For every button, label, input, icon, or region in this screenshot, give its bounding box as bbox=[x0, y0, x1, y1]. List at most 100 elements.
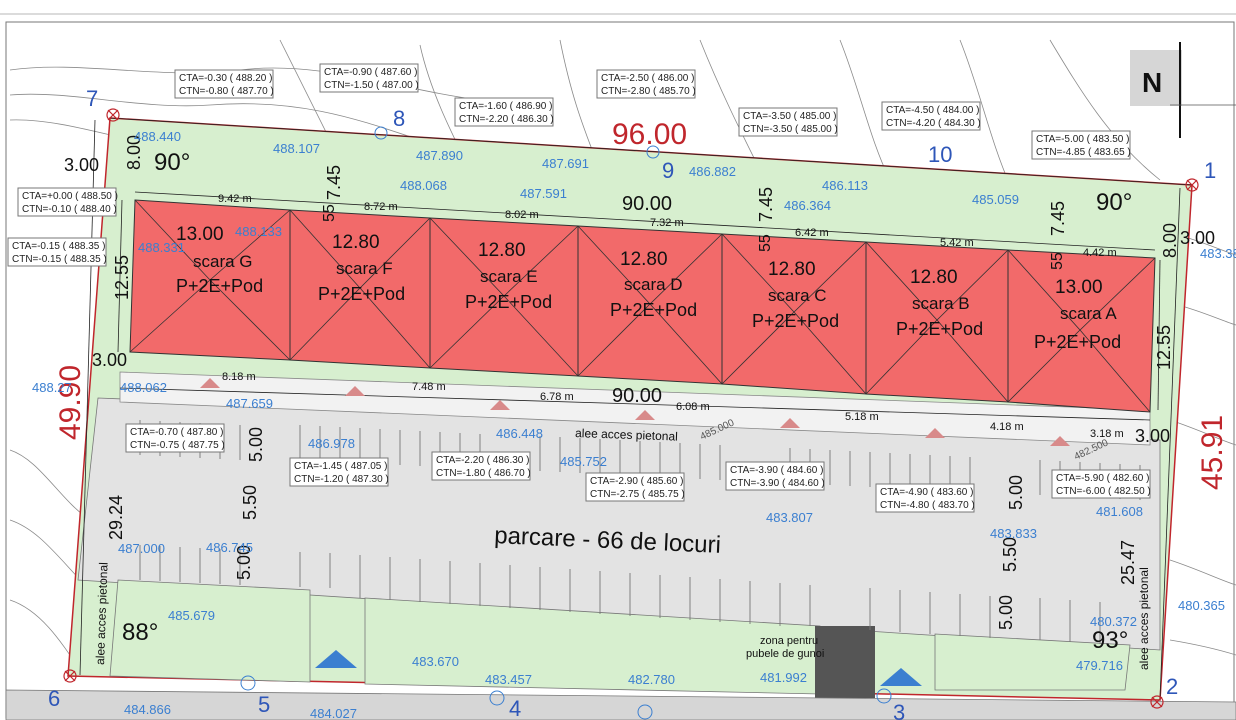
cta-box: CTA=-3.90 ( 484.60 ) CTN=-3.90 ( 484.60 ) bbox=[725, 461, 825, 491]
svg-text:CTN=-6.00 ( 482.50 ): CTN=-6.00 ( 482.50 ) bbox=[1056, 486, 1151, 497]
elevation: 486.113 bbox=[822, 178, 868, 193]
cta-box: CTA=-2.20 ( 486.30 ) CTN=-1.80 ( 486.70 ) bbox=[431, 451, 531, 481]
dim-right-d: 3.00 bbox=[1135, 426, 1170, 446]
stair-a-name: scara A bbox=[1060, 304, 1117, 323]
stair-d-name: scara D bbox=[624, 275, 683, 294]
elevation: 485.679 bbox=[168, 608, 215, 623]
dim-left-d: 3.00 bbox=[92, 350, 127, 370]
svg-text:CTA=-2.50 ( 486.00 ): CTA=-2.50 ( 486.00 ) bbox=[601, 73, 694, 84]
elevation: 486.364 bbox=[784, 198, 831, 213]
dim-top-f: 55 bbox=[1049, 252, 1066, 270]
dim-park-right-2: 5.50 bbox=[1000, 537, 1020, 572]
svg-text:CTN=-1.20 ( 487.30 ): CTN=-1.20 ( 487.30 ) bbox=[294, 474, 389, 485]
stair-f-width: 12.80 bbox=[332, 232, 380, 253]
garbage-zone bbox=[815, 626, 875, 698]
stair-g-name: scara G bbox=[193, 252, 253, 271]
corner-point-9: 9 bbox=[662, 158, 674, 183]
dim-park-left-4: 29.24 bbox=[106, 495, 126, 540]
side-walkway-label-right: alee acces pietonal bbox=[1137, 567, 1151, 670]
svg-text:CTA=-0.90 ( 487.60 ): CTA=-0.90 ( 487.60 ) bbox=[324, 67, 417, 78]
corner-point-8: 8 bbox=[393, 106, 405, 131]
svg-text:CTA=-0.30 ( 488.20 ): CTA=-0.30 ( 488.20 ) bbox=[179, 73, 272, 84]
cta-box: CTA=-1.45 ( 487.05 ) CTN=-1.20 ( 487.30 ) bbox=[289, 457, 389, 487]
corner-point-1: 1 bbox=[1204, 158, 1216, 183]
elevation: 483.670 bbox=[412, 654, 459, 669]
svg-text:CTA=-5.00 ( 483.50 ): CTA=-5.00 ( 483.50 ) bbox=[1036, 134, 1129, 145]
cta-box: CTA=-0.30 ( 488.20 ) CTN=-0.80 ( 487.70 ) bbox=[174, 69, 274, 99]
cta-box: CTA=-3.50 ( 485.00 ) CTN=-3.50 ( 485.00 ) bbox=[738, 107, 838, 137]
elevation: 487.659 bbox=[226, 396, 273, 411]
stair-c-name: scara C bbox=[768, 286, 827, 305]
elevation: 488.133 bbox=[235, 224, 282, 239]
dim-park-right-3: 5.00 bbox=[996, 595, 1016, 630]
elevation: 485.059 bbox=[972, 192, 1019, 207]
stair-b-floors: P+2E+Pod bbox=[896, 319, 983, 339]
elevation: 481.608 bbox=[1096, 504, 1143, 519]
dim-left-c: 12.55 bbox=[112, 255, 132, 300]
step-top-1: 8.72 m bbox=[364, 201, 398, 213]
cta-box: CTA=-5.90 ( 482.60 ) CTN=-6.00 ( 482.50 ) bbox=[1051, 469, 1151, 499]
cta-box: CTA=-4.90 ( 483.60 ) CTN=-4.80 ( 483.70 ) bbox=[875, 483, 975, 513]
elevation: 488.440 bbox=[134, 129, 181, 144]
angle-sw: 88° bbox=[122, 619, 158, 646]
angle-nw: 90° bbox=[154, 149, 190, 176]
site-plan: N 7 8 9 10 1 2 3 4 5 6 96.00 49.90 45.91… bbox=[0, 0, 1236, 720]
cta-box: CTA=-0.70 ( 487.80 ) CTN=-0.75 ( 487.75 ) bbox=[125, 423, 225, 453]
corner-point-3: 3 bbox=[893, 700, 905, 720]
svg-text:CTA=-0.15 ( 488.35 ): CTA=-0.15 ( 488.35 ) bbox=[12, 241, 105, 252]
dim-right-b: 3.00 bbox=[1180, 228, 1215, 248]
svg-text:CTA=-5.90 ( 482.60 ): CTA=-5.90 ( 482.60 ) bbox=[1056, 473, 1149, 484]
svg-text:CTN=-3.50 ( 485.00 ): CTN=-3.50 ( 485.00 ) bbox=[743, 124, 838, 135]
svg-text:CTA=-3.90 ( 484.60 ): CTA=-3.90 ( 484.60 ) bbox=[730, 465, 823, 476]
svg-text:CTN=-4.20 ( 484.30 ): CTN=-4.20 ( 484.30 ) bbox=[886, 118, 981, 129]
dim-park-left-2: 5.50 bbox=[240, 485, 260, 520]
cta-box: CTA=-1.60 ( 486.90 ) CTN=-2.20 ( 486.30 ) bbox=[454, 97, 554, 127]
svg-text:CTA=-1.45 ( 487.05 ): CTA=-1.45 ( 487.05 ) bbox=[294, 461, 387, 472]
svg-text:CTN=-4.80 ( 483.70 ): CTN=-4.80 ( 483.70 ) bbox=[880, 500, 975, 511]
elevation: 486.882 bbox=[689, 164, 736, 179]
elevation: 482.780 bbox=[628, 672, 675, 687]
elevation: 487.691 bbox=[542, 156, 589, 171]
stair-e-floors: P+2E+Pod bbox=[465, 292, 552, 312]
elevation: 486.745 bbox=[206, 540, 253, 555]
dim-top-d: 55 bbox=[757, 234, 774, 252]
dim-bottom-row: 90.00 bbox=[612, 385, 662, 407]
cta-box: CTA=-2.50 ( 486.00 ) CTN=-2.80 ( 485.70 ) bbox=[596, 69, 696, 99]
svg-text:CTA=-4.90 ( 483.60 ): CTA=-4.90 ( 483.60 ) bbox=[880, 487, 973, 498]
stair-e-width: 12.80 bbox=[478, 240, 526, 261]
step-bottom-1: 7.48 m bbox=[412, 381, 446, 393]
corner-point-4: 4 bbox=[509, 696, 521, 720]
svg-text:CTN=-1.50 ( 487.00 ): CTN=-1.50 ( 487.00 ) bbox=[324, 80, 419, 91]
elevation: 483.833 bbox=[990, 526, 1037, 541]
corner-point-7: 7 bbox=[86, 86, 98, 111]
elevation: 479.716 bbox=[1076, 658, 1123, 673]
stair-g-floors: P+2E+Pod bbox=[176, 276, 263, 296]
dim-top-a: 7.45 bbox=[324, 165, 344, 200]
dim-park-right-1: 5.00 bbox=[1006, 475, 1026, 510]
elevation: 485.752 bbox=[560, 454, 607, 469]
svg-text:CTN=-0.10 ( 488.40 ): CTN=-0.10 ( 488.40 ) bbox=[22, 204, 117, 215]
step-bottom-0: 8.18 m bbox=[222, 371, 256, 383]
cta-box: CTA=-0.15 ( 488.35 ) CTN=-0.15 ( 488.35 ) bbox=[7, 237, 107, 267]
cta-box: CTA=-0.90 ( 487.60 ) CTN=-1.50 ( 487.00 ) bbox=[319, 63, 419, 93]
stair-e-name: scara E bbox=[480, 267, 538, 286]
north-label: N bbox=[1142, 67, 1162, 98]
stair-a-floors: P+2E+Pod bbox=[1034, 332, 1121, 352]
svg-text:CTA=-3.50 ( 485.00 ): CTA=-3.50 ( 485.00 ) bbox=[743, 111, 836, 122]
stair-c-floors: P+2E+Pod bbox=[752, 311, 839, 331]
svg-text:CTN=-2.80 ( 485.70 ): CTN=-2.80 ( 485.70 ) bbox=[601, 86, 696, 97]
svg-text:CTN=-1.80 ( 486.70 ): CTN=-1.80 ( 486.70 ) bbox=[436, 468, 531, 479]
dim-east-edge: 45.91 bbox=[1196, 415, 1229, 490]
elevation: 488.068 bbox=[400, 178, 447, 193]
cta-box: CTA=-5.00 ( 483.50 ) CTN=-4.85 ( 483.65 ) bbox=[1031, 130, 1131, 160]
elevation: 483.807 bbox=[766, 510, 813, 525]
stair-c-width: 12.80 bbox=[768, 259, 816, 280]
svg-text:CTN=-2.20 ( 486.30 ): CTN=-2.20 ( 486.30 ) bbox=[459, 114, 554, 125]
svg-text:CTN=-3.90 ( 484.60 ): CTN=-3.90 ( 484.60 ) bbox=[730, 478, 825, 489]
garbage-label-1: zona pentru bbox=[760, 635, 818, 647]
dim-top-row: 90.00 bbox=[622, 193, 672, 215]
svg-text:CTA=-2.90 ( 485.60 ): CTA=-2.90 ( 485.60 ) bbox=[590, 476, 683, 487]
svg-text:CTA=+0.00 ( 488.50 ): CTA=+0.00 ( 488.50 ) bbox=[22, 191, 118, 202]
svg-text:CTA=-1.60 ( 486.90 ): CTA=-1.60 ( 486.90 ) bbox=[459, 101, 552, 112]
elevation: 486.978 bbox=[308, 436, 355, 451]
